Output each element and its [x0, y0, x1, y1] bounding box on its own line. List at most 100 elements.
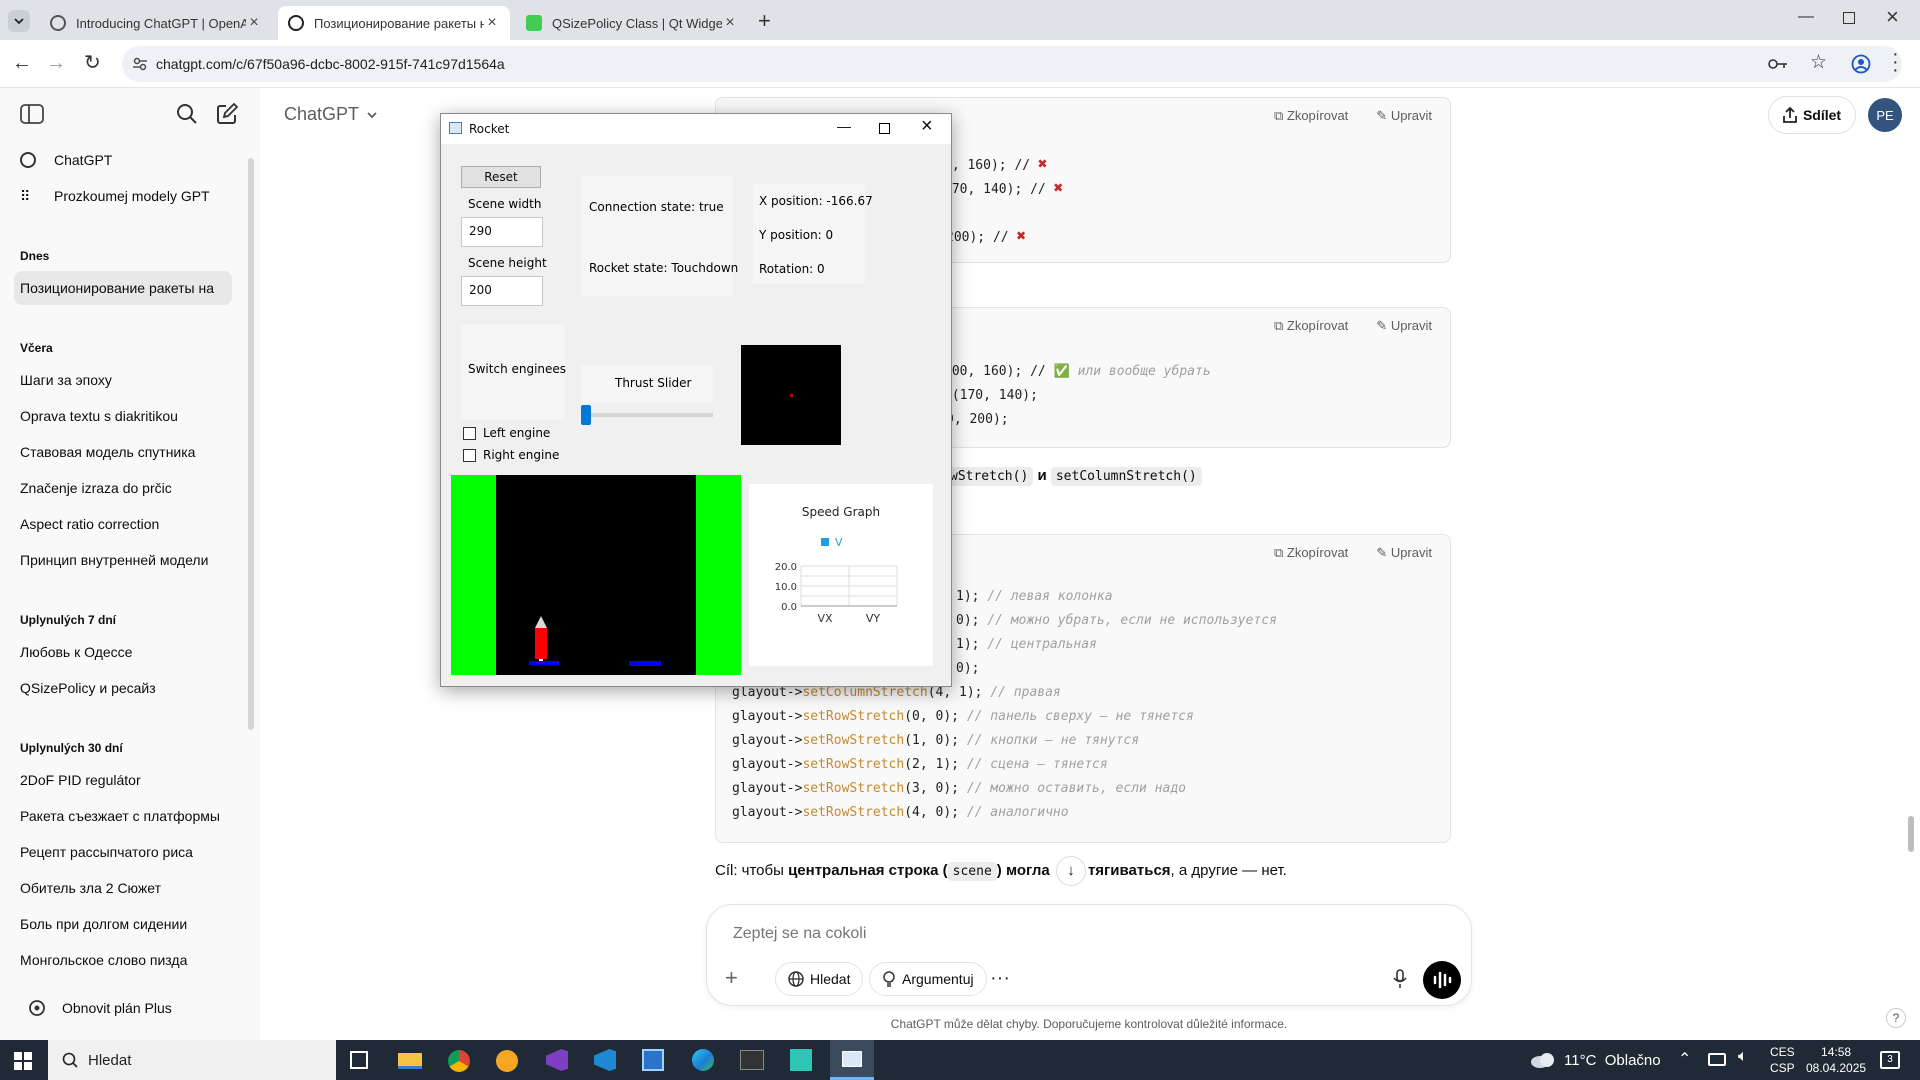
terminal-icon[interactable]: [740, 1050, 764, 1070]
word-icon[interactable]: [790, 1049, 812, 1071]
input-language[interactable]: CES CSP: [1770, 1044, 1795, 1076]
tab-list-button[interactable]: [8, 10, 30, 32]
sidebar-chat-item[interactable]: 2DoF PID regulátor: [14, 763, 232, 797]
qt-creator-icon[interactable]: [642, 1049, 664, 1071]
more-tools-button[interactable]: ···: [983, 963, 1017, 997]
sidebar-chat-item[interactable]: Aspect ratio correction: [14, 507, 232, 541]
volume-icon[interactable]: 🔈︎: [1738, 1048, 1748, 1066]
windows-start-icon[interactable]: [14, 1052, 32, 1070]
minimize-icon[interactable]: —: [837, 118, 851, 134]
edge-icon[interactable]: [692, 1049, 714, 1071]
code-line: glayout->setRowStretch(3, 0); // можно о…: [732, 781, 1186, 796]
sidebar-chat-item[interactable]: Ставовая модель спутника: [14, 435, 232, 469]
site-info-icon[interactable]: [132, 56, 148, 72]
sidebar-item-explore-gpts[interactable]: ⠿ Prozkoumej modely GPT: [14, 179, 232, 213]
browser-tab[interactable]: Introducing ChatGPT | OpenAI ×: [40, 6, 272, 40]
notifications-button[interactable]: 3: [1880, 1051, 1900, 1069]
restore-window-icon[interactable]: [1843, 12, 1855, 24]
rocket-app-taskbar-icon[interactable]: [830, 1040, 874, 1080]
browser-menu-icon[interactable]: · · ·: [1892, 44, 1899, 80]
edit-code-button[interactable]: ✎ Upravit: [1376, 545, 1432, 561]
chevron-down-icon: [367, 111, 377, 118]
vscode-icon[interactable]: [594, 1049, 616, 1071]
add-attachment-button[interactable]: +: [725, 965, 738, 991]
search-tool-button[interactable]: Hledat: [775, 962, 864, 996]
copy-code-button[interactable]: ⧉ Zkopírovat: [1274, 545, 1348, 561]
taskbar-search[interactable]: Hledat: [48, 1040, 336, 1080]
copy-code-button[interactable]: ⧉ Zkopírovat: [1274, 108, 1348, 124]
rocket-window-titlebar[interactable]: Rocket — ×: [441, 114, 951, 144]
toggle-sidebar-icon[interactable]: [20, 104, 44, 124]
avatar[interactable]: PE: [1868, 98, 1902, 132]
voice-mode-button[interactable]: [1423, 961, 1461, 999]
main-scrollbar[interactable]: [1908, 816, 1914, 852]
sidebar-chat-item[interactable]: Шаги за эпоху: [14, 363, 232, 397]
minimize-window-icon[interactable]: —: [1798, 8, 1814, 26]
close-tab-icon[interactable]: ×: [722, 14, 738, 32]
code-text: (4, 1);: [927, 685, 991, 700]
inline-conjunction: и: [1037, 467, 1047, 484]
right-engine-checkbox[interactable]: [463, 449, 476, 462]
tray-chevron-up-icon[interactable]: ⌃: [1678, 1049, 1691, 1069]
share-button[interactable]: Sdílet: [1768, 96, 1856, 134]
visual-studio-icon[interactable]: [546, 1049, 568, 1071]
edit-code-button[interactable]: ✎ Upravit: [1376, 318, 1432, 334]
key-icon[interactable]: [1768, 56, 1788, 72]
model-selector[interactable]: ChatGPT: [284, 104, 379, 125]
maximize-icon[interactable]: [879, 123, 890, 134]
sidebar-chat-item[interactable]: Обитель зла 2 Сюжет: [14, 871, 232, 905]
microphone-icon[interactable]: [1393, 969, 1407, 989]
close-tab-icon[interactable]: ×: [246, 14, 262, 32]
weather-widget[interactable]: 11°C Oblačno: [1530, 1040, 1661, 1080]
y-position: Y position: 0: [759, 228, 834, 242]
close-icon[interactable]: ×: [921, 115, 933, 138]
chrome-icon[interactable]: [448, 1050, 470, 1072]
scene-height-label: Scene height: [468, 256, 547, 270]
new-chat-icon[interactable]: [216, 103, 238, 125]
reload-icon[interactable]: ↻: [84, 50, 101, 75]
code-comment: // центральная: [987, 637, 1097, 652]
clock[interactable]: 14:58 08.04.2025: [1806, 1044, 1866, 1076]
sidebar-item-chatgpt[interactable]: ChatGPT: [14, 143, 232, 177]
sidebar-scrollbar[interactable]: [248, 158, 254, 730]
search-icon[interactable]: [176, 103, 198, 125]
forward-icon[interactable]: →: [46, 52, 66, 75]
edit-code-button[interactable]: ✎ Upravit: [1376, 108, 1432, 124]
close-tab-icon[interactable]: ×: [484, 14, 500, 32]
scene-height-input[interactable]: 200: [461, 276, 543, 306]
new-tab-button[interactable]: +: [758, 8, 771, 34]
sidebar-chat-item[interactable]: Ракета съезжает с платформы: [14, 799, 232, 833]
close-window-icon[interactable]: ×: [1886, 4, 1899, 30]
task-view-icon[interactable]: [350, 1051, 368, 1069]
sidebar-chat-item[interactable]: QSizePolicy и ресайз: [14, 671, 232, 705]
network-icon[interactable]: [1708, 1053, 1726, 1066]
sidebar-chat-item[interactable]: Oprava textu s diakritikou: [14, 399, 232, 433]
sidebar-chat-item[interactable]: Принцип внутренней модели: [14, 543, 232, 577]
prompt-input[interactable]: [733, 919, 1433, 949]
browser-tab-active[interactable]: Позиционирование ракеты на ×: [278, 6, 510, 40]
left-engine-checkbox[interactable]: [463, 427, 476, 440]
help-button[interactable]: ?: [1886, 1008, 1906, 1028]
thrust-slider-track[interactable]: [581, 413, 713, 417]
bookmark-star-icon[interactable]: ☆: [1810, 51, 1827, 74]
sidebar-chat-item[interactable]: Любовь к Одессе: [14, 635, 232, 669]
file-explorer-icon[interactable]: [398, 1053, 422, 1069]
copy-code-button[interactable]: ⧉ Zkopírovat: [1274, 318, 1348, 334]
sidebar-chat-item[interactable]: Značenje izraza do prčic: [14, 471, 232, 505]
reset-button[interactable]: Reset: [461, 166, 541, 188]
thrust-slider-handle[interactable]: [581, 405, 591, 425]
sidebar-chat-item[interactable]: Монгольское слово пизда: [14, 943, 232, 977]
sidebar-chat-item[interactable]: Рецепт рассыпчатого риса: [14, 835, 232, 869]
code-text: glayout->: [732, 685, 803, 700]
sidebar-chat-item[interactable]: Позиционирование ракеты на: [14, 271, 232, 305]
reason-tool-button[interactable]: Argumentuj: [869, 962, 987, 996]
scroll-down-button[interactable]: ↓: [1055, 856, 1086, 886]
blender-icon[interactable]: [496, 1050, 518, 1072]
sidebar-chat-item[interactable]: Боль при долгом сидении: [14, 907, 232, 941]
upgrade-plan-button[interactable]: Obnovit plán Plus: [14, 988, 242, 1028]
scene-width-input[interactable]: 290: [461, 217, 543, 247]
address-bar[interactable]: chatgpt.com/c/67f50a96-dcbc-8002-915f-74…: [122, 46, 1902, 82]
profile-icon[interactable]: [1851, 54, 1871, 74]
browser-tab[interactable]: QSizePolicy Class | Qt Widgets ×: [516, 6, 748, 40]
back-icon[interactable]: ←: [12, 52, 32, 75]
